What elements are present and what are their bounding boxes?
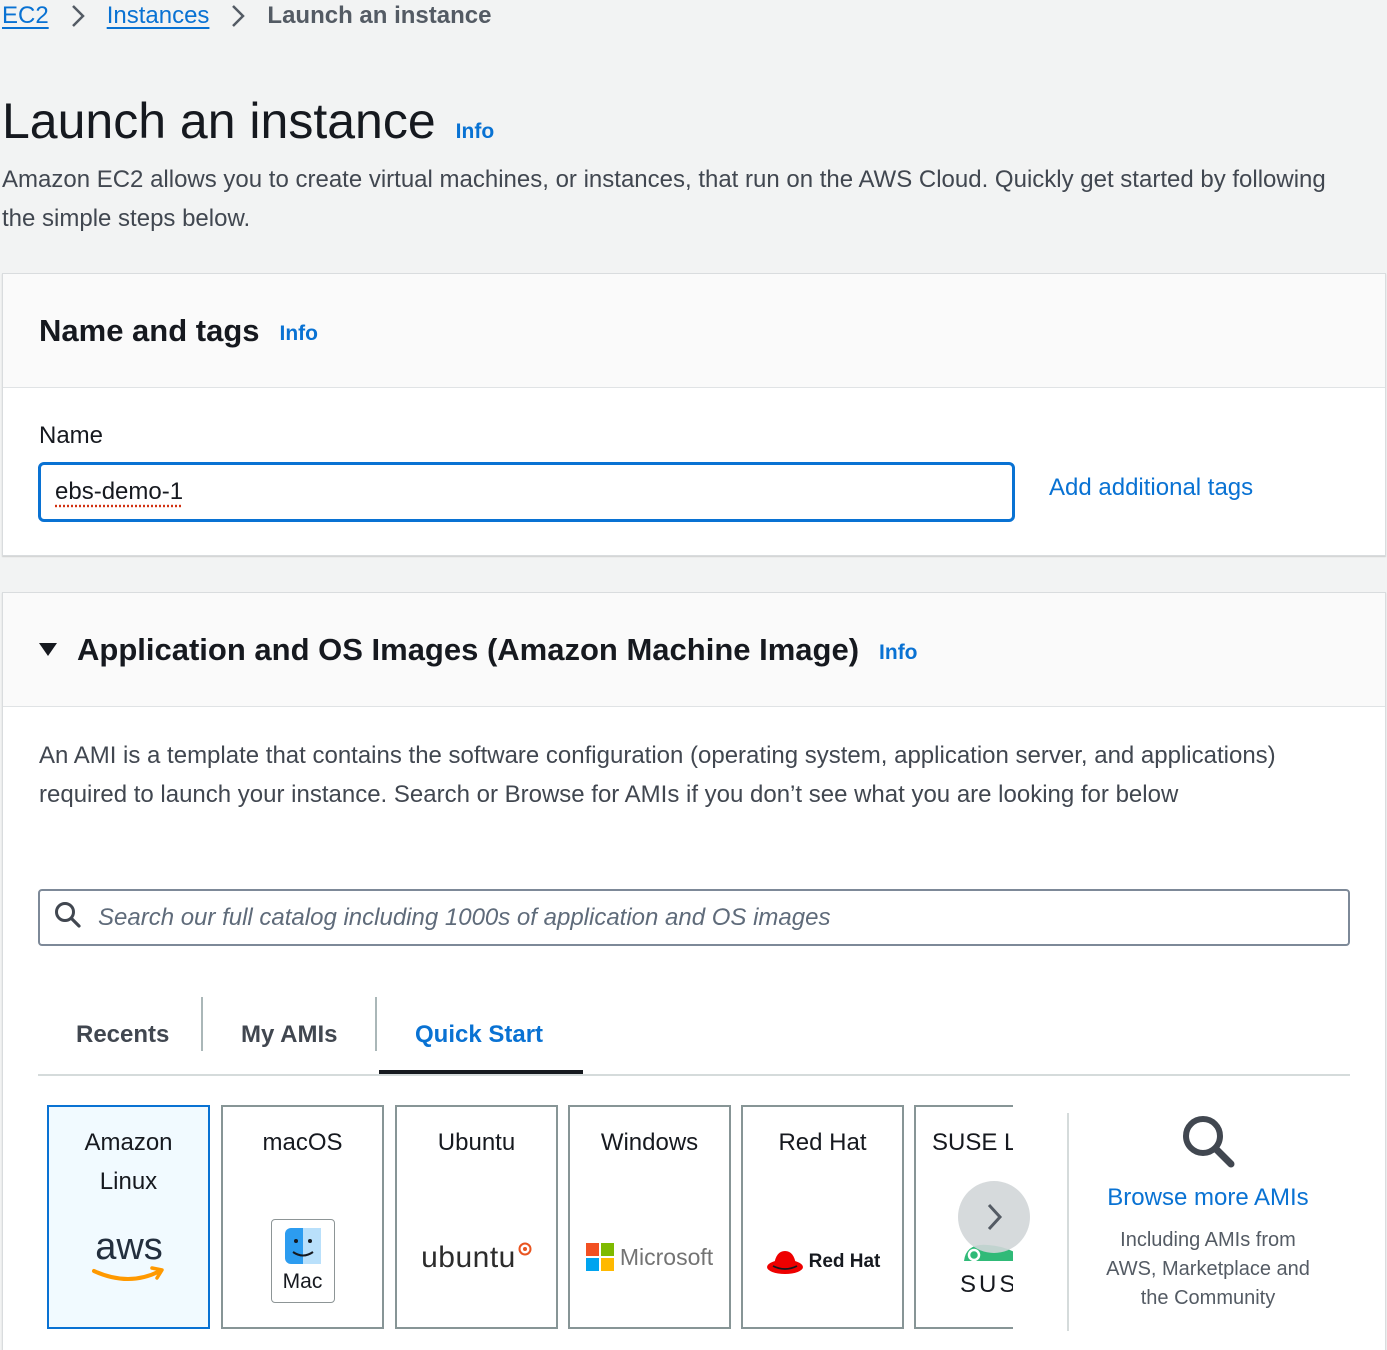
tab-divider (201, 997, 203, 1051)
tab-quick-start[interactable]: Quick Start (415, 993, 543, 1076)
name-label: Name (39, 422, 104, 449)
ami-card-red-hat[interactable]: Red Hat Red Hat (741, 1105, 904, 1329)
name-and-tags-info-link[interactable]: Info (280, 322, 318, 346)
tab-recents[interactable]: Recents (76, 993, 169, 1076)
ami-description: An AMI is a template that contains the s… (39, 742, 1276, 808)
name-input[interactable]: ebs-demo-1 (38, 462, 1015, 522)
breadcrumb-ec2-link[interactable]: EC2 (2, 2, 49, 30)
mac-logo-text: Mac (282, 1270, 323, 1293)
ami-card-ubuntu[interactable]: Ubuntu ubuntu (395, 1105, 558, 1329)
browse-more-amis: Browse more AMIs Including AMIs from AWS… (1083, 1113, 1333, 1313)
suse-logo-text: SUS (960, 1271, 1013, 1298)
ami-search-input[interactable]: Search our full catalog including 1000s … (38, 889, 1350, 946)
ami-title: Application and OS Images (Amazon Machin… (77, 631, 860, 667)
microsoft-logo-icon: Microsoft (570, 1243, 729, 1271)
ubuntu-logo-text: ubuntu (421, 1241, 516, 1274)
card-label: SUSE Li (932, 1129, 1013, 1156)
card-label: Amazon Linux (84, 1129, 173, 1195)
add-additional-tags-link[interactable]: Add additional tags (1049, 474, 1253, 502)
search-icon (1180, 1113, 1236, 1174)
card-label: Ubuntu (437, 1129, 516, 1156)
ami-info-link[interactable]: Info (879, 641, 917, 665)
ami-card-macos[interactable]: macOS Mac (221, 1105, 384, 1329)
search-placeholder: Search our full catalog including 1000s … (98, 903, 831, 931)
page-header: Launch an instance Info (2, 92, 494, 150)
card-label: Red Hat (778, 1129, 867, 1156)
search-icon (54, 901, 82, 934)
tab-my-amis[interactable]: My AMIs (241, 993, 337, 1076)
card-label: Windows (600, 1129, 699, 1156)
page-title: Launch an instance (2, 93, 436, 149)
aws-logo-icon: aws (49, 1225, 208, 1287)
name-and-tags-panel: Name and tags Info Name ebs-demo-1 Add a… (2, 273, 1386, 556)
breadcrumb-instances-link[interactable]: Instances (107, 2, 210, 30)
cards-scroll-right-button[interactable] (958, 1181, 1030, 1253)
ami-quick-start-cards: Amazon Linux aws macOS Mac Ubuntu ubuntu… (47, 1105, 1013, 1330)
page-info-link[interactable]: Info (456, 120, 494, 144)
name-and-tags-header: Name and tags Info (3, 274, 1385, 388)
chevron-right-icon (71, 4, 85, 28)
browse-divider (1067, 1113, 1069, 1331)
ami-header[interactable]: Application and OS Images (Amazon Machin… (3, 593, 1385, 707)
chevron-right-icon (987, 1203, 1003, 1231)
card-label: macOS (262, 1129, 343, 1156)
breadcrumb-current: Launch an instance (267, 2, 492, 29)
page-description: Amazon EC2 allows you to create virtual … (2, 166, 1326, 232)
ami-card-amazon-linux[interactable]: Amazon Linux aws (47, 1105, 210, 1329)
ubuntu-logo-icon: ubuntu (397, 1241, 556, 1275)
active-tab-indicator (379, 1070, 583, 1074)
ami-tabs: Recents My AMIs Quick Start (38, 993, 1350, 1076)
browse-more-amis-description: Including AMIs from AWS, Marketplace and… (1106, 1229, 1310, 1309)
ami-panel: Application and OS Images (Amazon Machin… (2, 592, 1386, 1350)
mac-logo-icon: Mac (223, 1219, 382, 1303)
caret-down-icon[interactable] (39, 643, 57, 656)
browse-more-amis-link[interactable]: Browse more AMIs (1107, 1184, 1308, 1212)
aws-logo-text: aws (95, 1226, 163, 1268)
redhat-logo-text: Red Hat (808, 1251, 881, 1272)
name-and-tags-title: Name and tags (39, 312, 260, 348)
redhat-logo-icon: Red Hat (743, 1247, 902, 1277)
ami-card-windows[interactable]: Windows Microsoft (568, 1105, 731, 1329)
chevron-right-icon (231, 4, 246, 28)
tab-divider (375, 997, 377, 1051)
breadcrumb: EC2 Instances Launch an instance (2, 0, 491, 32)
name-input-value: ebs-demo-1 (55, 478, 184, 505)
microsoft-logo-text: Microsoft (619, 1243, 714, 1270)
